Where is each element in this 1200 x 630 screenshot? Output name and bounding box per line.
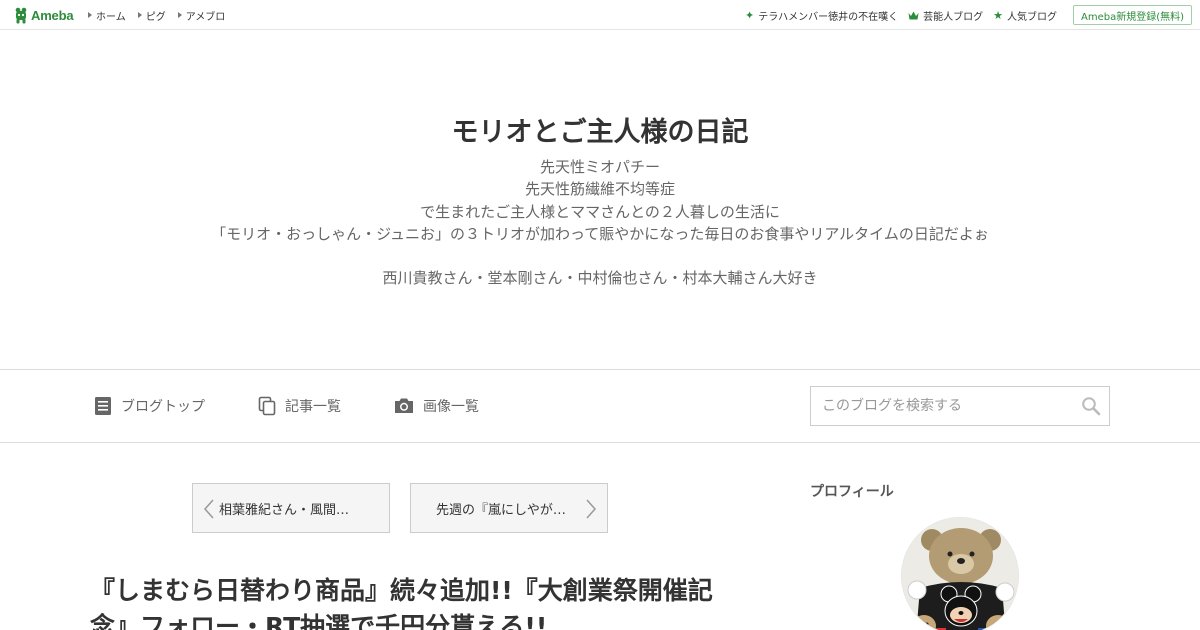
triangle-right-icon (88, 12, 92, 18)
blog-nav-entry-list[interactable]: 記事一覧 (258, 395, 341, 417)
blog-nav-label: ブログトップ (121, 399, 205, 415)
register-button[interactable]: Ameba新規登録(無料) (1072, 5, 1192, 25)
ameba-logo-icon (15, 7, 27, 23)
global-nav-pigg[interactable]: ピグ (137, 8, 166, 23)
ameba-logo[interactable]: Ameba (14, 6, 74, 24)
trending-topic-label: テラハメンバー徳井の不在嘆く (758, 11, 899, 23)
blog-search (810, 386, 1110, 426)
prev-entry-button[interactable]: 相葉雅紀さん・風間… (192, 483, 390, 533)
profile-avatar[interactable] (901, 517, 1019, 630)
triangle-right-icon (137, 12, 142, 18)
global-nav-label: アメブロ (185, 11, 226, 23)
chevron-right-icon (586, 499, 597, 519)
next-entry-title: 先週の『嵐にしやが… (436, 502, 566, 518)
description-line: で生まれたご主人様とママさんとの２人暮しの生活に (420, 202, 780, 221)
profile-heading: プロフィール (810, 484, 894, 500)
copy-icon (258, 396, 276, 416)
camera-icon (395, 398, 413, 413)
prev-entry-title: 相葉雅紀さん・風間… (219, 502, 350, 518)
blog-title[interactable]: モリオとご主人様の日記 (0, 110, 1200, 149)
global-nav-label: ホーム (96, 11, 126, 23)
blog-nav: ブログトップ 記事一覧 画像一覧 (0, 369, 1200, 443)
star-icon: ★ (993, 8, 1003, 22)
blog-nav-label: 記事一覧 (285, 399, 341, 415)
description-line: 「モリオ・おっしゃん・ジュニお」の３トリオが加わって賑やかになった毎日のお食事や… (211, 224, 989, 243)
blog-header: モリオとご主人様の日記 先天性ミオパチー 先天性筋繊維不均等症 で生まれたご主人… (0, 30, 1200, 370)
search-input[interactable] (811, 387, 1073, 425)
trending-topic-link[interactable]: ✦ テラハメンバー徳井の不在嘆く (745, 8, 898, 23)
next-entry-button[interactable]: 先週の『嵐にしやが… (410, 483, 608, 533)
crown-icon (908, 11, 919, 19)
logo-text: Ameba (31, 7, 74, 23)
global-nav-label: ピグ (145, 11, 166, 23)
document-icon (95, 397, 111, 415)
description-line: 西川貴教さん・堂本剛さん・中村倫也さん・村本大輔さん大好き (382, 269, 818, 288)
popular-blog-link[interactable]: ★ 人気ブログ (993, 8, 1057, 23)
search-icon[interactable] (1081, 396, 1101, 416)
avatar-image (902, 518, 1018, 630)
celebrity-blog-link[interactable]: 芸能人ブログ (908, 8, 983, 23)
description-line: 先天性筋繊維不均等症 (524, 180, 675, 199)
celebrity-blog-label: 芸能人ブログ (923, 11, 984, 23)
blog-nav-label: 画像一覧 (423, 399, 479, 415)
article-title[interactable]: 『しまむら日替わり商品』続々追加!!『大創業祭開催記念』フォロー・RT抽選で千円… (90, 573, 730, 630)
description-line: 先天性ミオパチー (539, 158, 660, 176)
blog-description: 先天性ミオパチー 先天性筋繊維不均等症 で生まれたご主人様とママさんとの２人暮し… (0, 156, 1200, 290)
blog-nav-image-list[interactable]: 画像一覧 (394, 395, 479, 417)
chevron-left-icon (203, 499, 214, 519)
header-right-links: ✦ テラハメンバー徳井の不在嘆く 芸能人ブログ ★ 人気ブログ Ameba新規登… (745, 0, 1192, 30)
popular-blog-label: 人気ブログ (1006, 11, 1057, 23)
global-nav: ホーム ピグ アメブロ (88, 0, 225, 30)
triangle-right-icon (177, 12, 182, 18)
global-nav-ameblo[interactable]: アメブロ (177, 8, 226, 23)
sparkle-icon: ✦ (744, 8, 755, 22)
global-nav-home[interactable]: ホーム (88, 8, 126, 23)
blog-nav-top[interactable]: ブログトップ (94, 395, 205, 417)
description-line (0, 245, 1200, 267)
global-header: Ameba ホーム ピグ アメブロ ✦ テラハメンバー徳井の不在嘆く 芸能人ブロ… (0, 0, 1200, 30)
